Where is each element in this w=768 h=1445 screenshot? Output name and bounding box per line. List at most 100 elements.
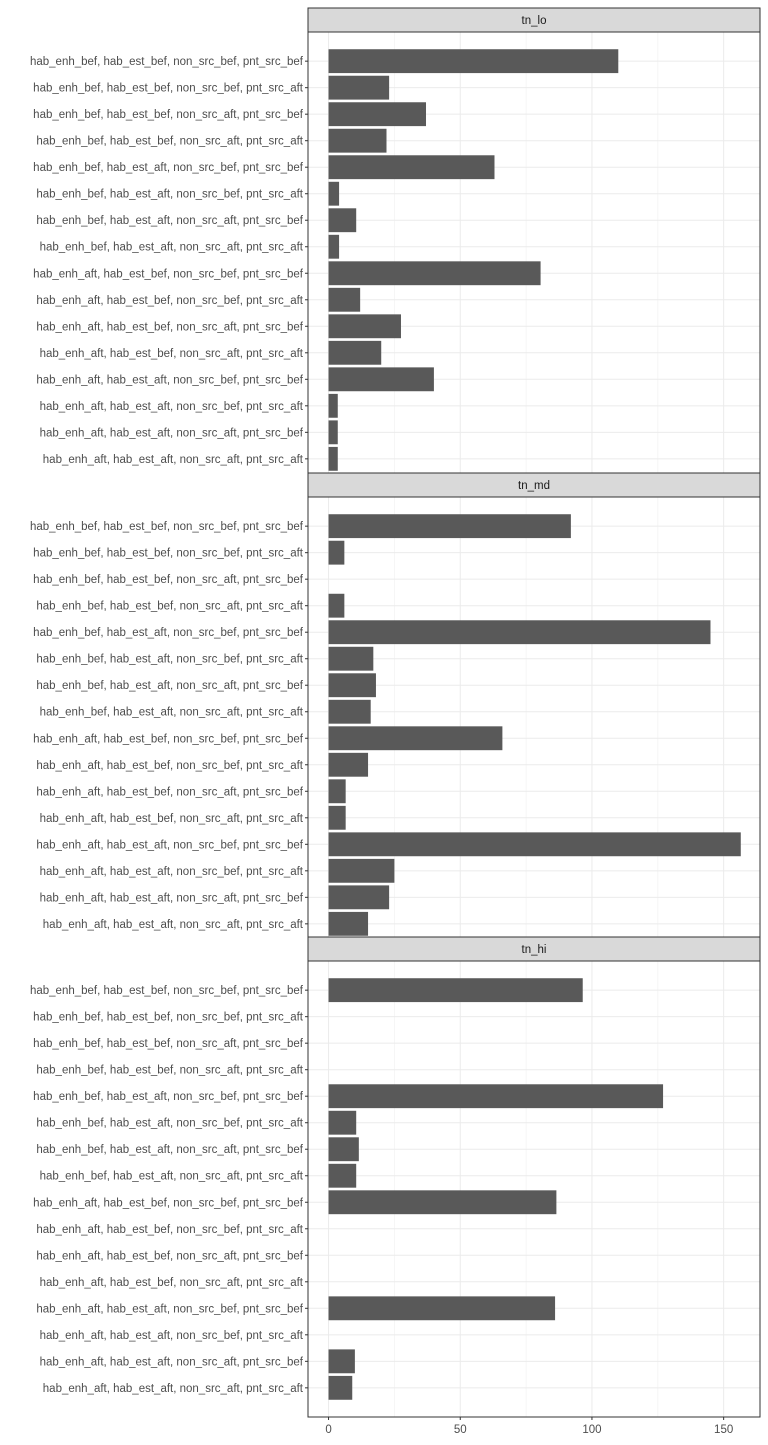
x-tick-label: 100 (582, 1424, 601, 1436)
faceted-bar-chart: tn_lo hab_enh_bef, hab_est_bef, non_src_b… (0, 0, 768, 1445)
bar (328, 832, 741, 857)
bar (328, 367, 434, 392)
category-label: hab_enh_bef, hab_est_bef, non_src_aft, p… (36, 136, 303, 148)
bar (328, 1349, 355, 1374)
category-label: hab_enh_aft, hab_est_bef, non_src_aft, p… (36, 321, 303, 333)
category-label: hab_enh_bef, hab_est_aft, non_src_aft, p… (36, 680, 303, 692)
bar (328, 234, 340, 259)
category-label: hab_enh_aft, hab_est_bef, non_src_bef, p… (33, 1197, 304, 1209)
bar (328, 1110, 357, 1135)
bar (328, 208, 357, 233)
strip-label: tn_hi (522, 944, 547, 956)
category-label: hab_enh_aft, hab_est_bef, non_src_aft, p… (36, 786, 303, 798)
category-label: hab_enh_aft, hab_est_bef, non_src_bef, p… (33, 268, 304, 280)
category-label: hab_enh_bef, hab_est_bef, non_src_bef, p… (33, 548, 304, 560)
bar (328, 805, 346, 830)
category-label: hab_enh_bef, hab_est_aft, non_src_aft, p… (40, 242, 304, 254)
bar (328, 752, 369, 777)
bar (328, 155, 495, 180)
category-label: hab_enh_bef, hab_est_aft, non_src_bef, p… (33, 1091, 304, 1103)
bar (328, 446, 338, 471)
chart-svg: tn_lo hab_enh_bef, hab_est_bef, non_src_b… (30, 7, 761, 1445)
category-label: hab_enh_bef, hab_est_aft, non_src_bef, p… (36, 654, 303, 666)
panel-tn_lo: tn_lo hab_enh_bef, hab_est_bef, non_src_b… (30, 7, 761, 489)
bar (328, 128, 387, 153)
category-label: hab_enh_bef, hab_est_bef, non_src_aft, p… (33, 1038, 304, 1050)
x-tick-label: 150 (714, 1424, 733, 1436)
category-label: hab_enh_aft, hab_est_aft, non_src_bef, p… (40, 1330, 304, 1342)
x-tick-label: 0 (325, 1424, 331, 1436)
category-label: hab_enh_aft, hab_est_aft, non_src_bef, p… (36, 1303, 303, 1315)
category-label: hab_enh_aft, hab_est_bef, non_src_aft, p… (40, 813, 304, 825)
category-label: hab_enh_aft, hab_est_aft, non_src_aft, p… (43, 919, 304, 931)
bar (328, 340, 382, 365)
category-label: hab_enh_bef, hab_est_aft, non_src_aft, p… (40, 1171, 304, 1183)
bar (328, 540, 345, 565)
bar (328, 75, 390, 100)
bar (328, 620, 711, 645)
category-label: hab_enh_aft, hab_est_bef, non_src_aft, p… (40, 1277, 304, 1289)
bar (328, 420, 338, 445)
category-label: hab_enh_aft, hab_est_aft, non_src_bef, p… (40, 866, 304, 878)
bar (328, 102, 427, 127)
category-label: hab_enh_bef, hab_est_bef, non_src_bef, p… (33, 83, 304, 95)
panel-background (308, 961, 760, 1417)
category-label: hab_enh_aft, hab_est_aft, non_src_aft, p… (43, 454, 304, 466)
panel-tn_hi: tn_hi hab_enh_bef, hab_est_bef, non_src_b… (30, 936, 761, 1445)
bar (328, 673, 376, 698)
bar (328, 181, 340, 206)
category-label: hab_enh_aft, hab_est_aft, non_src_bef, p… (36, 374, 303, 386)
category-label: hab_enh_aft, hab_est_aft, non_src_aft, p… (40, 892, 304, 904)
category-label: hab_enh_bef, hab_est_aft, non_src_bef, p… (36, 1118, 303, 1130)
bar (328, 1375, 353, 1400)
strip-label: tn_md (518, 480, 550, 492)
bar (328, 261, 541, 286)
category-label: hab_enh_aft, hab_est_aft, non_src_aft, p… (40, 427, 304, 439)
bar (328, 978, 583, 1003)
bar (328, 858, 395, 883)
category-label: hab_enh_bef, hab_est_bef, non_src_aft, p… (36, 1065, 303, 1077)
category-label: hab_enh_aft, hab_est_aft, non_src_aft, p… (43, 1383, 304, 1395)
category-label: hab_enh_bef, hab_est_bef, non_src_bef, p… (30, 521, 304, 533)
x-tick-label: 50 (454, 1424, 467, 1436)
category-label: hab_enh_bef, hab_est_aft, non_src_aft, p… (40, 707, 304, 719)
bar (328, 779, 346, 804)
category-label: hab_enh_aft, hab_est_aft, non_src_bef, p… (36, 839, 303, 851)
bar (328, 287, 361, 312)
bar (328, 646, 374, 671)
bar (328, 911, 369, 936)
category-label: hab_enh_aft, hab_est_aft, non_src_aft, p… (40, 1356, 304, 1368)
category-label: hab_enh_bef, hab_est_aft, non_src_bef, p… (36, 189, 303, 201)
bar (328, 1163, 357, 1188)
bar (328, 49, 619, 74)
bar (328, 1084, 664, 1109)
bar (328, 726, 503, 751)
category-label: hab_enh_aft, hab_est_bef, non_src_aft, p… (40, 348, 304, 360)
bar (328, 1296, 556, 1321)
bar (328, 1137, 359, 1162)
category-label: hab_enh_bef, hab_est_bef, non_src_bef, p… (33, 1012, 304, 1024)
bar (328, 393, 338, 418)
category-label: hab_enh_bef, hab_est_aft, non_src_bef, p… (33, 162, 304, 174)
bar (328, 514, 571, 539)
category-label: hab_enh_bef, hab_est_aft, non_src_bef, p… (33, 627, 304, 639)
category-label: hab_enh_aft, hab_est_bef, non_src_aft, p… (36, 1250, 303, 1262)
category-label: hab_enh_bef, hab_est_aft, non_src_aft, p… (36, 215, 303, 227)
category-label: hab_enh_bef, hab_est_bef, non_src_bef, p… (30, 985, 304, 997)
bar (328, 314, 401, 339)
bar (328, 1190, 557, 1215)
bar (328, 699, 371, 724)
category-label: hab_enh_bef, hab_est_bef, non_src_aft, p… (36, 601, 303, 613)
category-label: hab_enh_bef, hab_est_bef, non_src_aft, p… (33, 109, 304, 121)
strip-label: tn_lo (522, 15, 547, 27)
panel-background (308, 497, 760, 953)
category-label: hab_enh_aft, hab_est_bef, non_src_bef, p… (36, 1224, 303, 1236)
category-label: hab_enh_bef, hab_est_aft, non_src_aft, p… (36, 1144, 303, 1156)
category-label: hab_enh_bef, hab_est_bef, non_src_aft, p… (33, 574, 304, 586)
bar (328, 885, 390, 910)
panel-background (308, 32, 760, 488)
bar (328, 593, 345, 618)
category-label: hab_enh_aft, hab_est_bef, non_src_bef, p… (36, 295, 303, 307)
panel-tn_md: tn_md hab_enh_bef, hab_est_bef, non_src_b… (30, 472, 761, 954)
category-label: hab_enh_aft, hab_est_bef, non_src_bef, p… (33, 733, 304, 745)
